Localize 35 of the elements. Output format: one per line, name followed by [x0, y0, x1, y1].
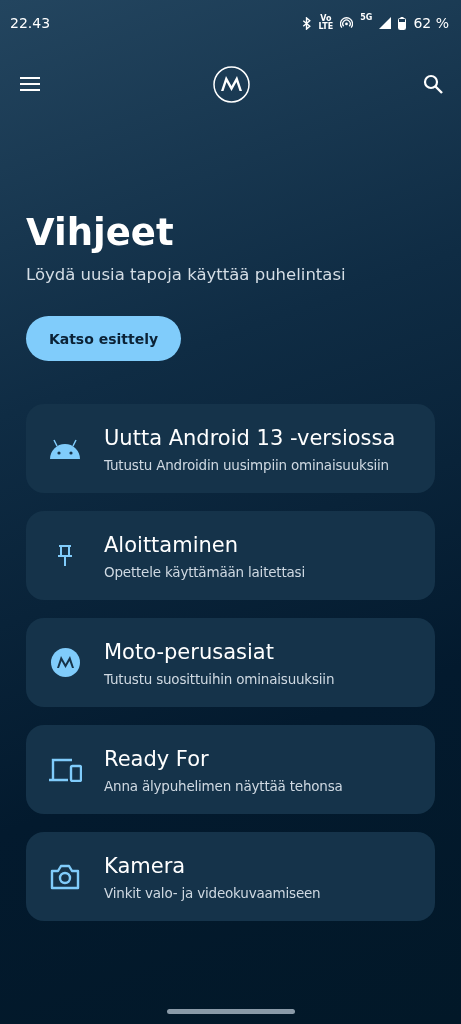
card-title: Aloittaminen: [104, 531, 240, 558]
card-title: Kamera: [104, 852, 187, 879]
hotspot-icon: [340, 17, 354, 29]
tip-card[interactable]: Moto-perusasiat Tutustu suosittuihin ominaisuuksiin: [26, 618, 435, 707]
camera-icon: [50, 863, 80, 890]
volte-icon: Vo LTE: [318, 15, 334, 31]
page-subtitle: Löydä uusia tapoja käyttää puhelintasi: [26, 264, 347, 286]
signal-icon: [379, 17, 392, 29]
card-description: Opettele käyttämään laitettasi: [104, 563, 305, 580]
bluetooth-icon: [301, 16, 312, 30]
tip-card[interactable]: Uutta Android 13 -versiossa Tutustu Androidin uusimpiin ominaisuuksiin: [26, 404, 435, 493]
logo-icon: [50, 648, 80, 677]
tip-card[interactable]: Aloittaminen Opettele käyttämään laitettasi: [26, 511, 435, 600]
logo-icon: [213, 65, 250, 103]
network-type: 5G: [360, 13, 373, 22]
card-title: Ready For: [104, 745, 210, 772]
tip-card[interactable]: Ready For Anna älypuhelimen näyttää tehonsa: [26, 725, 435, 814]
devices-icon: [48, 757, 82, 782]
tip-card[interactable]: Kamera Vinkit valo- ja videokuvaamiseen: [26, 832, 435, 921]
battery-icon: [398, 16, 407, 30]
page-title: Vihjeet: [26, 210, 175, 256]
pin-icon: [57, 544, 73, 567]
android-icon: [49, 438, 81, 459]
search-button[interactable]: [423, 74, 443, 94]
card-title: Uutta Android 13 -versiossa: [104, 424, 396, 451]
tour-button[interactable]: Katso esittely: [26, 316, 181, 361]
card-description: Anna älypuhelimen näyttää tehonsa: [104, 777, 343, 794]
battery-percentage: 62 %: [413, 15, 449, 31]
card-title: Moto-perusasiat: [104, 638, 275, 665]
card-description: Vinkit valo- ja videokuvaamiseen: [104, 884, 321, 901]
clock-time: 22.43: [10, 15, 51, 31]
card-description: Tutustu Androidin uusimpiin ominaisuuksiin: [104, 456, 390, 473]
gesture-handle[interactable]: [167, 1009, 295, 1014]
menu-button[interactable]: [20, 77, 40, 91]
card-description: Tutustu suosittuihin ominaisuuksiin: [104, 670, 335, 687]
